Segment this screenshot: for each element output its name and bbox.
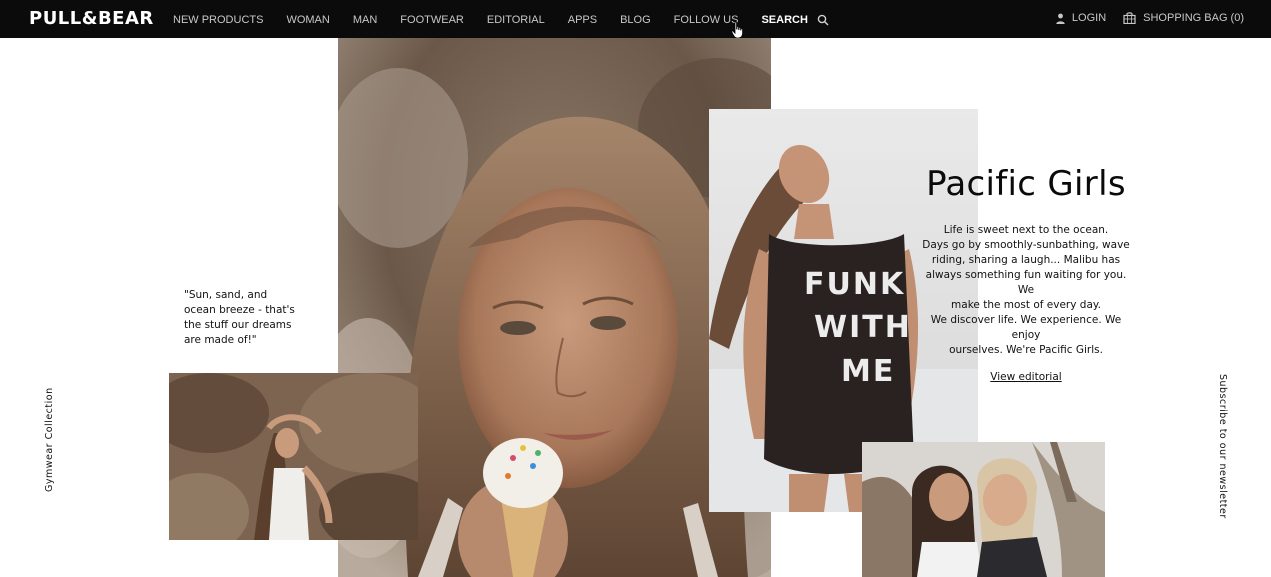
gymwear-photo[interactable] <box>169 373 418 540</box>
nav-footwear[interactable]: FOOTWEAR <box>400 14 464 26</box>
shirt-text-line1: FUNK <box>804 267 905 302</box>
top-navigation-bar: PULL&BEAR NEW PRODUCTS WOMAN MAN FOOTWEA… <box>0 0 1271 39</box>
nav-search[interactable]: SEARCH <box>761 14 807 26</box>
shirt-text-line3: ME <box>841 354 895 389</box>
editorial-body-line: always something fun waiting for you. We <box>925 269 1127 296</box>
shopping-bag-icon <box>1123 12 1136 24</box>
quote-line: "Sun, sand, and <box>184 289 268 301</box>
nav-woman[interactable]: WOMAN <box>286 14 329 26</box>
quote-line: ocean breeze - that's <box>184 304 295 316</box>
newsletter-subscribe-link[interactable]: Subscribe to our newsletter <box>1217 374 1228 519</box>
user-icon <box>1056 13 1065 24</box>
quote-line: are made of!" <box>184 334 257 346</box>
search-icon[interactable] <box>817 14 829 26</box>
view-editorial-link[interactable]: View editorial <box>990 371 1061 383</box>
editorial-body-line: ourselves. We're Pacific Girls. <box>949 344 1103 356</box>
quote-line: the stuff our dreams <box>184 319 292 331</box>
hand-pointer-icon <box>731 21 745 39</box>
nav-blog[interactable]: BLOG <box>620 14 651 26</box>
nav-editorial[interactable]: EDITORIAL <box>487 14 545 26</box>
shirt-text-line2: WITH <box>814 310 912 345</box>
nav-man[interactable]: MAN <box>353 14 377 26</box>
editorial-body: Life is sweet next to the ocean. Days go… <box>917 223 1135 358</box>
shopping-bag-link[interactable]: SHOPPING BAG (0) <box>1123 12 1244 24</box>
editorial-body-line: riding, sharing a laugh... Malibu has <box>931 254 1121 266</box>
shopping-bag-label: SHOPPING BAG (0) <box>1143 12 1244 24</box>
account-nav: LOGIN SHOPPING BAG (0) <box>1039 12 1244 24</box>
collection-quote: "Sun, sand, and ocean breeze - that's th… <box>184 288 314 348</box>
editorial-block: Pacific Girls Life is sweet next to the … <box>917 162 1135 385</box>
login-label: LOGIN <box>1071 12 1107 24</box>
gymwear-collection-label[interactable]: Gymwear Collection <box>44 387 55 492</box>
nav-new-products[interactable]: NEW PRODUCTS <box>173 14 263 26</box>
brand-logo[interactable]: PULL&BEAR <box>29 8 154 29</box>
editorial-title: Pacific Girls <box>926 164 1126 204</box>
editorial-body-line: Days go by smoothly-sunbathing, wave <box>922 239 1130 251</box>
nav-apps[interactable]: APPS <box>568 14 597 26</box>
editorial-body-line: Life is sweet next to the ocean. <box>943 224 1109 236</box>
friends-photo[interactable] <box>862 442 1105 577</box>
editorial-body-line: make the most of every day. <box>951 299 1101 311</box>
editorial-body-line: We discover life. We experience. We enjo… <box>930 314 1122 341</box>
login-link[interactable]: LOGIN <box>1056 12 1106 24</box>
nav-follow-us[interactable]: FOLLOW US <box>674 14 739 26</box>
